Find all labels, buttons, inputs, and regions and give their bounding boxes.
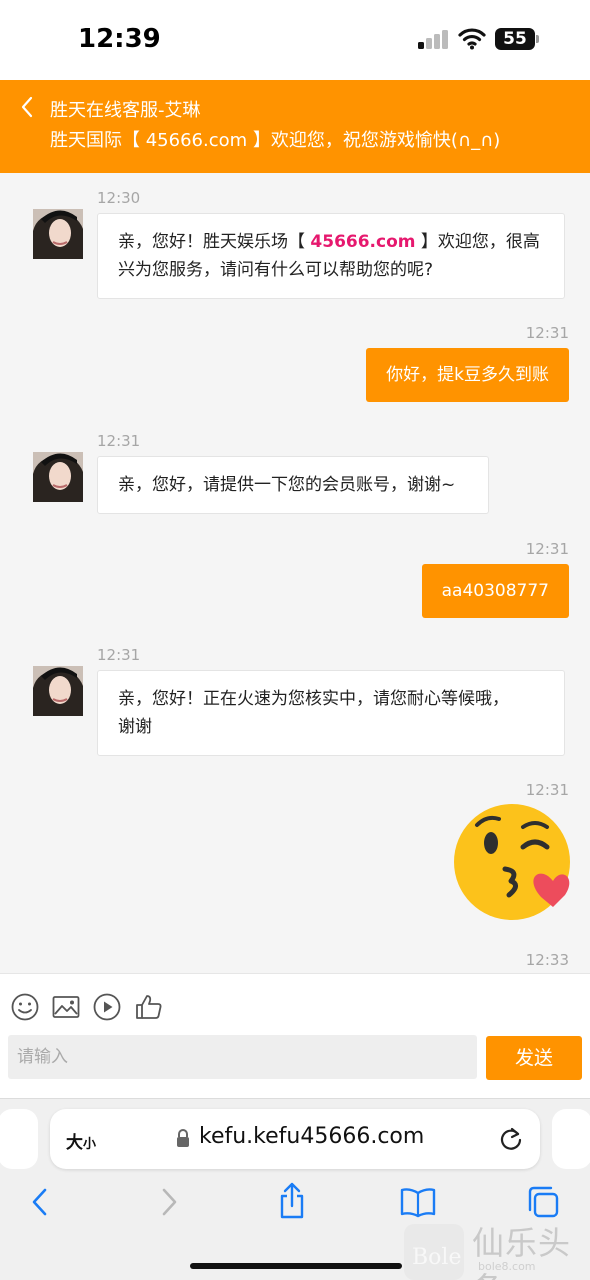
reload-icon[interactable]: [498, 1125, 524, 1153]
message-text: 亲，您好！正在火速为您核实中，请您耐心等候哦，: [118, 689, 509, 709]
address-bar[interactable]: 大小 kefu.kefu45666.com: [50, 1109, 540, 1169]
tabs-icon[interactable]: [526, 1185, 560, 1219]
forward-icon[interactable]: [157, 1185, 181, 1219]
battery-indicator: 55: [495, 28, 535, 50]
message-text: 】欢迎您，很高: [415, 232, 540, 252]
next-tab-preview[interactable]: [552, 1109, 590, 1169]
message-timestamp: 12:31: [525, 324, 569, 342]
watermark-subtext: bole8.com: [478, 1260, 536, 1273]
message-timestamp: 12:31: [525, 781, 569, 799]
previous-tab-preview[interactable]: [0, 1109, 38, 1169]
chat-messages[interactable]: 12:30 亲，您好！胜天娱乐场【 45666.com 】欢迎您，很高 兴为您服…: [0, 173, 590, 973]
home-indicator[interactable]: [190, 1263, 402, 1269]
smiley-icon[interactable]: [10, 992, 40, 1022]
message-timestamp: 12:30: [97, 189, 141, 207]
thumbs-up-icon[interactable]: [134, 992, 164, 1022]
user-message-bubble: aa40308777: [421, 564, 569, 618]
message-timestamp: 12:31: [97, 432, 141, 450]
brand-domain-text[interactable]: 45666.com: [310, 232, 415, 252]
svg-text:Bole: Bole: [412, 1245, 461, 1270]
message-text: 亲，您好，请提供一下您的会员账号，谢谢~: [118, 475, 456, 495]
message-text: 亲，您好！胜天娱乐场【: [118, 232, 311, 252]
status-time: 12:39: [78, 24, 161, 54]
message-text: 谢谢: [118, 717, 152, 737]
agent-avatar: [33, 209, 83, 259]
bookmarks-icon[interactable]: [400, 1185, 436, 1219]
status-bar: 12:39 55: [0, 0, 590, 80]
text-size-large-label: 大: [66, 1133, 83, 1153]
kiss-emoji-icon: [454, 804, 570, 920]
user-message-bubble: 你好，提k豆多久到账: [366, 348, 569, 402]
share-icon[interactable]: [277, 1181, 307, 1221]
agent-message-bubble: 亲，您好！胜天娱乐场【 45666.com 】欢迎您，很高 兴为您服务，请问有什…: [97, 213, 565, 299]
text-size-small-label: 小: [83, 1137, 97, 1152]
send-button[interactable]: 发送: [486, 1036, 582, 1080]
back-icon[interactable]: [28, 1185, 52, 1219]
message-timestamp: 12:33: [525, 951, 569, 969]
text-size-button[interactable]: 大小: [66, 1128, 96, 1153]
agent-avatar: [33, 452, 83, 502]
cellular-signal-icon: [418, 29, 450, 49]
chat-header: 胜天在线客服-艾琳 胜天国际【 45666.com 】欢迎您，祝您游戏愉快(∩_…: [0, 80, 590, 173]
lock-icon: [177, 1129, 189, 1147]
wifi-icon: [458, 28, 486, 50]
message-input[interactable]: [8, 1035, 477, 1079]
header-back-icon[interactable]: [14, 92, 42, 122]
message-timestamp: 12:31: [525, 540, 569, 558]
chat-composer: 发送: [0, 973, 590, 1098]
message-timestamp: 12:31: [97, 646, 141, 664]
message-text: 兴为您服务，请问有什么可以帮助您的呢?: [118, 260, 434, 280]
url-text[interactable]: kefu.kefu45666.com: [199, 1124, 424, 1149]
play-icon[interactable]: [92, 992, 122, 1022]
agent-message-bubble: 亲，您好，请提供一下您的会员账号，谢谢~: [97, 456, 489, 514]
agent-message-bubble: 亲，您好！正在火速为您核实中，请您耐心等候哦， 谢谢: [97, 670, 565, 756]
agent-avatar: [33, 666, 83, 716]
header-subtitle: 胜天国际【 45666.com 】欢迎您，祝您游戏愉快(∩_∩): [50, 130, 501, 151]
battery-tip: [536, 35, 539, 43]
header-title: 胜天在线客服-艾琳: [50, 100, 201, 121]
image-icon[interactable]: [51, 992, 81, 1022]
